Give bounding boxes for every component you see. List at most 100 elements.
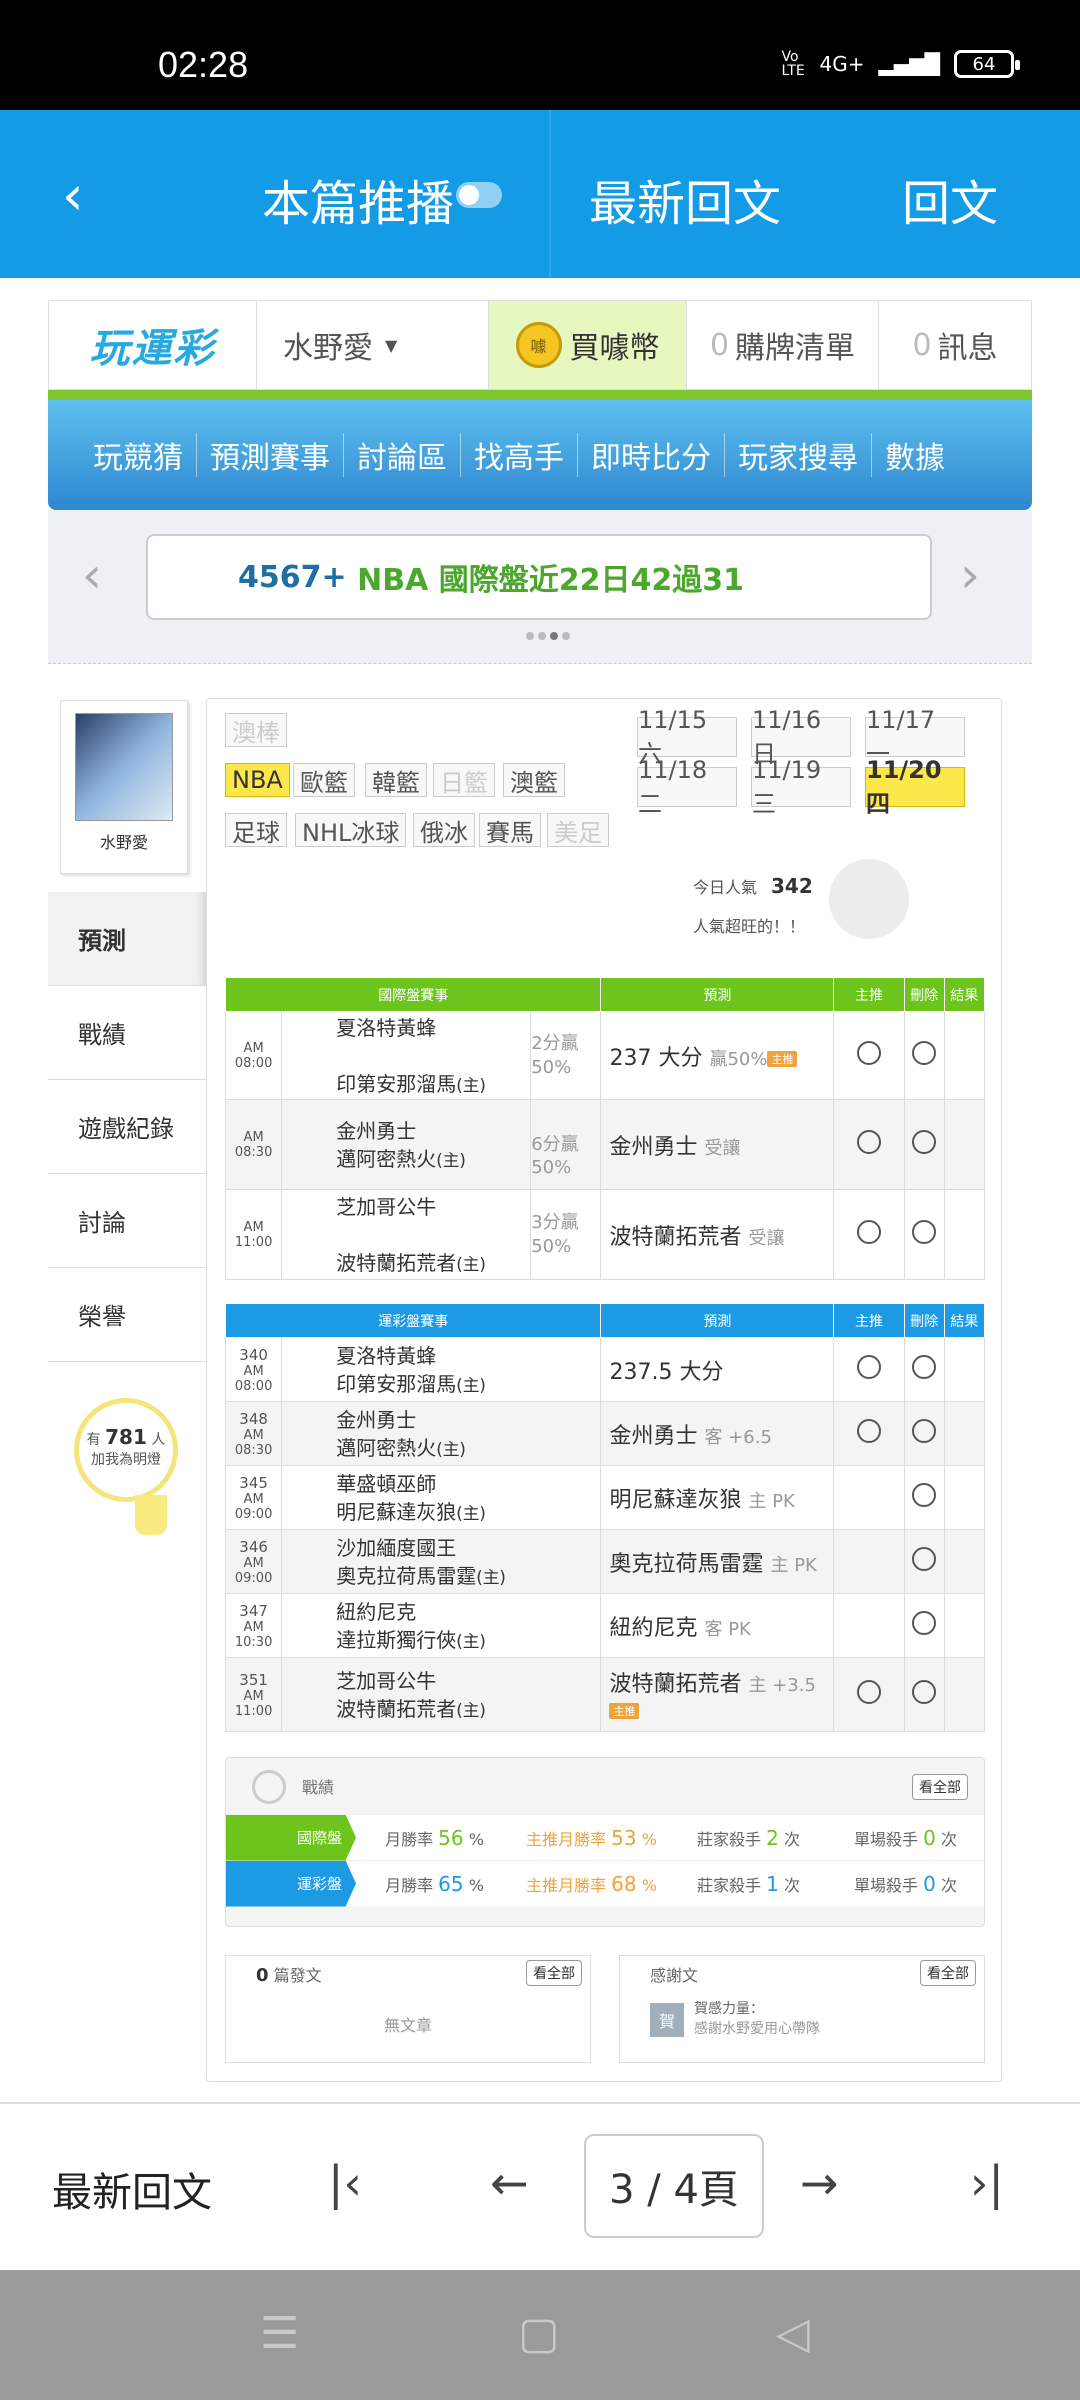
delete-cell[interactable] bbox=[903, 1401, 945, 1466]
menu-icon[interactable]: ☰ bbox=[260, 2308, 299, 2359]
result-cell bbox=[943, 1465, 986, 1530]
menu-item-discuss[interactable]: 討論 bbox=[48, 1174, 208, 1268]
user-dropdown[interactable]: 水野愛 ▼ bbox=[257, 301, 489, 389]
buy-coin-button[interactable]: 噱買噱幣 bbox=[489, 301, 687, 389]
main-pick-cell[interactable] bbox=[833, 1099, 905, 1190]
delete-cell[interactable] bbox=[903, 1657, 945, 1732]
result-cell bbox=[943, 1401, 986, 1466]
date-tab-active[interactable]: 11/20 四 bbox=[865, 756, 965, 818]
thanks-box: 感謝文 看全部 賀 賀感力量： 感謝水野愛用心帶隊 bbox=[619, 1955, 985, 2063]
delete-cell[interactable] bbox=[903, 1593, 945, 1658]
sport-tag[interactable]: NHL冰球 bbox=[295, 813, 407, 847]
game-no: 346 AM 09:00 bbox=[224, 1529, 283, 1594]
main-pick-cell[interactable] bbox=[833, 1401, 905, 1466]
delete-cell[interactable] bbox=[903, 1337, 945, 1402]
delete-cell[interactable] bbox=[903, 1011, 945, 1100]
chevron-left-icon[interactable]: ‹ bbox=[82, 546, 102, 604]
teams: 沙加緬度國王 奧克拉荷馬雷霆(主) bbox=[281, 1529, 602, 1594]
message-button[interactable]: 0 訊息 bbox=[879, 301, 1031, 389]
date-tab[interactable]: 11/18 二 bbox=[637, 756, 737, 818]
date-tab[interactable]: 11/19 三 bbox=[751, 756, 851, 818]
view-all-button[interactable]: 看全部 bbox=[912, 1774, 968, 1800]
main-pick-cell[interactable] bbox=[833, 1337, 905, 1402]
nav-item[interactable]: 即時比分 bbox=[578, 433, 725, 477]
nav-item[interactable]: 玩家搜尋 bbox=[725, 433, 872, 477]
cart-button[interactable]: 0 購牌清單 bbox=[687, 301, 879, 389]
profile-sidebar: 水野愛 預測 戰績 遊戲紀錄 討論 榮譽 有 781 人 加我為明燈 bbox=[48, 700, 208, 1535]
sport-tag[interactable]: 韓籃 bbox=[365, 763, 427, 797]
delete-cell[interactable] bbox=[903, 1189, 945, 1280]
home-icon[interactable]: ▢ bbox=[518, 2308, 560, 2359]
sport-tag[interactable]: 美足 bbox=[547, 813, 609, 847]
prediction: 金州勇士 受讓 bbox=[600, 1099, 835, 1190]
table-row: 346 AM 09:00 沙加緬度國王 奧克拉荷馬雷霆(主) 奧克拉荷馬雷霆 主 P… bbox=[224, 1529, 986, 1594]
arrow-right-icon[interactable]: → bbox=[800, 2156, 839, 2210]
sport-tag[interactable]: 澳籃 bbox=[503, 763, 565, 797]
main-pick-cell[interactable] bbox=[833, 1011, 905, 1100]
arrow-left-icon[interactable]: ← bbox=[490, 2156, 529, 2210]
record-label: 運彩盤 bbox=[226, 1860, 356, 1907]
nav-item[interactable]: 玩競猜 bbox=[80, 433, 197, 477]
reply-button[interactable]: 回文 bbox=[902, 164, 998, 234]
view-all-button[interactable]: 看全部 bbox=[920, 1960, 976, 1986]
banner-card[interactable]: 4567+ NBA 國際盤近22日42過31 bbox=[146, 534, 932, 620]
date-tab[interactable]: 11/17 一 bbox=[865, 706, 965, 768]
fans-bulb[interactable]: 有 781 人 加我為明燈 bbox=[74, 1398, 178, 1535]
back-icon[interactable]: ◁ bbox=[776, 2308, 810, 2359]
teams: 芝加哥公牛 波特蘭拓荒者(主) bbox=[281, 1189, 532, 1280]
app-bar: ‹ 本篇推播 最新回文 回文 bbox=[0, 110, 1080, 278]
game-no: 345 AM 09:00 bbox=[224, 1465, 283, 1530]
mascot-icon bbox=[829, 859, 909, 939]
game-no: 347 AM 10:30 bbox=[224, 1593, 283, 1658]
delete-cell[interactable] bbox=[903, 1465, 945, 1530]
menu-item-game-log[interactable]: 遊戲紀錄 bbox=[48, 1080, 208, 1174]
table-header: 主推 bbox=[833, 1303, 905, 1338]
latest-reply-button[interactable]: 最新回文 bbox=[589, 164, 781, 234]
nav-item[interactable]: 討論區 bbox=[344, 433, 461, 477]
delete-cell[interactable] bbox=[903, 1099, 945, 1190]
menu-item-honor[interactable]: 榮譽 bbox=[48, 1268, 208, 1362]
menu-item-record[interactable]: 戰績 bbox=[48, 986, 208, 1080]
chevron-left-icon[interactable]: ‹ bbox=[62, 164, 84, 227]
main-pick-cell[interactable] bbox=[833, 1189, 905, 1280]
latest-reply-link[interactable]: 最新回文 bbox=[52, 2160, 212, 2218]
teams: 夏洛特黃蜂 印第安那溜馬(主) bbox=[281, 1337, 602, 1402]
push-toggle[interactable] bbox=[456, 182, 502, 208]
nav-item[interactable]: 預測賽事 bbox=[197, 433, 344, 477]
chevron-right-icon[interactable]: › bbox=[960, 546, 980, 604]
view-all-button[interactable]: 看全部 bbox=[526, 1960, 582, 1986]
delete-cell[interactable] bbox=[903, 1529, 945, 1594]
message-count: 0 bbox=[912, 327, 932, 363]
sport-tag[interactable]: 賽馬 bbox=[479, 813, 541, 847]
sport-tag-active[interactable]: NBA bbox=[225, 763, 290, 797]
avatar[interactable]: 水野愛 bbox=[60, 700, 188, 874]
sport-tag[interactable]: 澳棒 bbox=[225, 713, 287, 747]
result-cell bbox=[943, 1657, 986, 1732]
game-time: AM 08:00 bbox=[224, 1011, 283, 1100]
date-tab[interactable]: 11/16 日 bbox=[751, 706, 851, 768]
last-page-icon[interactable]: ›| bbox=[970, 2156, 1004, 2210]
thanks-item[interactable]: 賀 賀感力量： 感謝水野愛用心帶隊 bbox=[650, 2000, 984, 2039]
sport-tag[interactable]: 歐籃 bbox=[293, 763, 355, 797]
system-nav-bar: ☰ ▢ ◁ bbox=[0, 2270, 1080, 2400]
main-pick-cell[interactable] bbox=[833, 1657, 905, 1732]
main-pick-cell bbox=[833, 1529, 905, 1594]
page-indicator[interactable]: 3 / 4頁 bbox=[584, 2134, 764, 2238]
first-page-icon[interactable]: |‹ bbox=[328, 2156, 362, 2210]
push-label[interactable]: 本篇推播 bbox=[262, 164, 454, 234]
nav-item[interactable]: 數據 bbox=[872, 433, 958, 477]
coin-icon: 噱 bbox=[515, 322, 562, 368]
dealer-killer: 莊家殺手 1 次 bbox=[697, 1871, 800, 1896]
nav-item[interactable]: 找高手 bbox=[461, 433, 578, 477]
teams: 芝加哥公牛 波特蘭拓荒者(主) bbox=[281, 1657, 602, 1732]
sport-tag[interactable]: 俄冰 bbox=[413, 813, 475, 847]
sport-tag[interactable]: 足球 bbox=[225, 813, 287, 847]
profile-menu: 預測 戰績 遊戲紀錄 討論 榮譽 bbox=[48, 892, 208, 1362]
menu-item-predict[interactable]: 預測 bbox=[48, 892, 208, 986]
sport-tag[interactable]: 日籃 bbox=[433, 763, 495, 797]
main-nav: 玩競猜 預測賽事 討論區 找高手 即時比分 玩家搜尋 數據 bbox=[48, 390, 1032, 510]
date-tab[interactable]: 11/15 六 bbox=[637, 706, 737, 768]
site-logo[interactable]: 玩運彩 bbox=[49, 301, 257, 389]
empty-articles: 無文章 bbox=[383, 2016, 432, 2035]
prediction: 237.5 大分 bbox=[600, 1337, 835, 1402]
